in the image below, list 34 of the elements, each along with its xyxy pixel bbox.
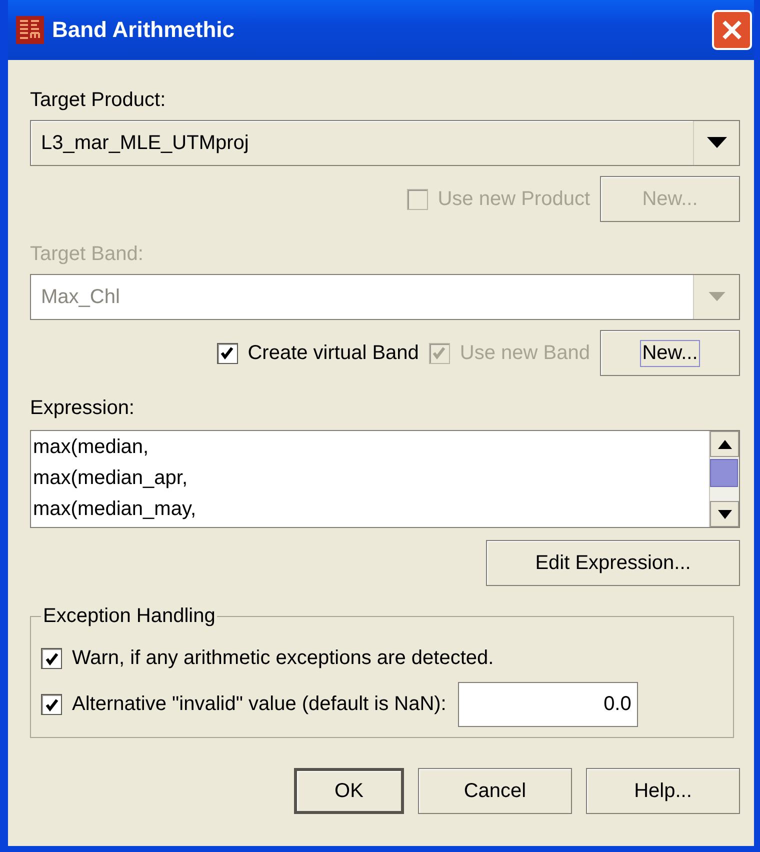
field-label: Expression:: [30, 396, 136, 420]
app-icon: [16, 16, 44, 44]
expression-text-area[interactable]: max(median, max(median_apr, max(median_may,: [30, 430, 740, 528]
expression-line: max(median,: [33, 435, 150, 460]
check-icon: [44, 652, 58, 666]
dropdown-arrow-icon: [708, 292, 726, 302]
dialog-button[interactable]: Cancel: [418, 768, 572, 814]
checkbox-text: Use new Band: [460, 342, 590, 364]
close-button[interactable]: [712, 10, 752, 50]
expression-line: max(median_apr,: [33, 466, 189, 491]
dialog-button[interactable]: Help...: [586, 768, 740, 814]
check-icon: [432, 346, 446, 360]
checkbox-text: Use new Product: [438, 188, 590, 210]
checkbox-label[interactable]: Create virtual Band: [216, 342, 419, 364]
scrollbar[interactable]: [709, 431, 739, 527]
checkbox[interactable]: [41, 648, 62, 669]
edit-expression-button[interactable]: Edit Expression...: [486, 540, 740, 586]
checkbox[interactable]: [41, 694, 62, 715]
down-arrow-icon: [718, 510, 732, 518]
checkbox[interactable]: [216, 342, 238, 364]
field-label: Target Band:: [30, 242, 144, 266]
up-arrow-icon: [718, 440, 732, 448]
expression-line: max(median_may,: [33, 497, 198, 522]
checkbox-text: Create virtual Band: [248, 342, 419, 364]
field-label: Target Product:: [30, 88, 167, 112]
product-dropdown[interactable]: L3_mar_MLE_UTMproj: [30, 120, 740, 166]
dialog-button[interactable]: OK: [294, 768, 404, 814]
window-title: Band Arithmethic: [52, 17, 236, 43]
dropdown-arrow-icon: [706, 137, 726, 149]
check-icon: [220, 346, 234, 360]
close-icon: [721, 19, 743, 41]
check-icon: [44, 698, 58, 712]
invalid-value-field[interactable]: 0.0: [458, 682, 638, 727]
new-button[interactable]: New...: [600, 330, 740, 376]
